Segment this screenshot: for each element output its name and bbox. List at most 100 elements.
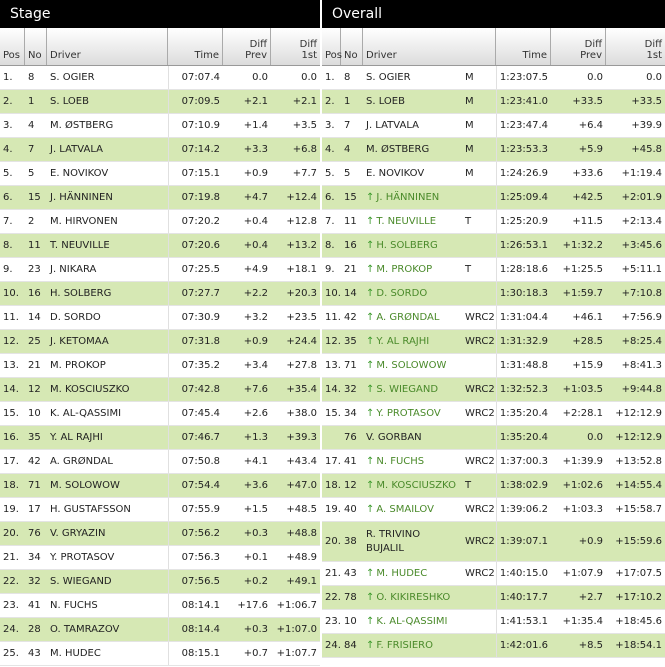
cell-diff-prev: +0.9 (243, 168, 268, 179)
table-row[interactable]: 23. 41 N. FUCHS 08:14.1 +17.6 +1:06.7 (0, 594, 320, 618)
table-row[interactable]: 76 V. GORBAN 1:35:20.4 0.0 +12:12.9 (322, 426, 665, 450)
table-row[interactable]: 3. 4 M. ØSTBERG 07:10.9 +1.4 +3.5 (0, 114, 320, 138)
table-row[interactable]: 22. 32 S. WIEGAND 07:56.5 +0.2 +49.1 (0, 570, 320, 594)
cell-diff-prev: +4.7 (243, 192, 268, 203)
table-row[interactable]: 25. 43 M. HUDEC 08:15.1 +0.7 +1:07.7 (0, 642, 320, 666)
cell-diff-prev: +2.2 (243, 288, 268, 299)
cell-diff-prev: +3.2 (243, 312, 268, 323)
table-row[interactable]: 14. 32 ↑ S. WIEGAND WRC2 1:32:52.3 +1:03.5 +9:4… (322, 378, 665, 402)
cell-diff-prev: +15.9 (572, 360, 603, 371)
cell-pos: 1. (3, 72, 13, 83)
cell-diff-1st: +27.8 (286, 360, 317, 371)
col-driver[interactable]: Driver (47, 28, 168, 65)
col-no[interactable]: No (341, 28, 363, 65)
table-row[interactable]: 10. 14 ↑ D. SORDO 1:30:18.3 +1:59.7 +7:10.8 (322, 282, 665, 306)
cell-diff-prev: +1:03.3 (562, 504, 603, 515)
table-row[interactable]: 6. 15 ↑ J. HÄNNINEN 1:25:09.4 +42.5 +2:01.9 (322, 186, 665, 210)
cell-pos: 10. (3, 288, 19, 299)
cell-diff-prev: +0.7 (243, 648, 268, 659)
cell-diff-1st: +24.4 (286, 336, 317, 347)
col-diff-prev[interactable]: Diff Prev (551, 28, 606, 65)
cell-pos: 22. (3, 576, 19, 587)
cell-diff-1st: +2:13.4 (621, 216, 662, 227)
table-row[interactable]: 20. 76 V. GRYAZIN 07:56.2 +0.3 +48.8 (0, 522, 320, 546)
table-row[interactable]: 19. 17 H. GUSTAFSSON 07:55.9 +1.5 +48.5 (0, 498, 320, 522)
table-row[interactable]: 10. 16 H. SOLBERG 07:27.7 +2.2 +20.3 (0, 282, 320, 306)
col-pos[interactable]: Pos (322, 28, 342, 65)
cell-driver: Y. PROTASOV (50, 552, 115, 563)
cell-driver: J. NIKARA (50, 264, 97, 275)
cell-no: 11 (344, 216, 357, 227)
table-row[interactable]: 11. 14 D. SORDO 07:30.9 +3.2 +23.5 (0, 306, 320, 330)
table-row[interactable]: 1. 8 S. OGIER M 1:23:07.5 0.0 0.0 (322, 66, 665, 90)
table-row[interactable]: 4. 4 M. ØSTBERG M 1:23:53.3 +5.9 +45.8 (322, 138, 665, 162)
table-row[interactable]: 2. 1 S. LOEB M 1:23:41.0 +33.5 +33.5 (322, 90, 665, 114)
table-row[interactable]: 13. 71 ↑ M. SOLOWOW 1:31:48.8 +15.9 +8:41.3 (322, 354, 665, 378)
table-row[interactable]: 4. 7 J. LATVALA 07:14.2 +3.3 +6.8 (0, 138, 320, 162)
table-row[interactable]: 13. 21 M. PROKOP 07:35.2 +3.4 +27.8 (0, 354, 320, 378)
col-diff-1st[interactable]: Diff 1st (606, 28, 665, 65)
table-row[interactable]: 24. 28 O. TAMRAZOV 08:14.4 +0.3 +1:07.0 (0, 618, 320, 642)
table-row[interactable]: 14. 12 M. KOSCIUSZKO 07:42.8 +7.6 +35.4 (0, 378, 320, 402)
cell-pos: 21. (325, 568, 341, 579)
table-row[interactable]: 17. 42 A. GRØNDAL 07:50.8 +4.1 +43.4 (0, 450, 320, 474)
cell-diff-prev: +0.2 (243, 576, 268, 587)
cell-diff-prev: +1:07.9 (562, 568, 603, 579)
cell-time: 1:25:20.9 (496, 210, 551, 233)
col-time[interactable]: Time (168, 28, 223, 65)
table-row[interactable]: 16. 35 Y. AL RAJHI 07:46.7 +1.3 +39.3 (0, 426, 320, 450)
col-no[interactable]: No (25, 28, 47, 65)
cell-pos: 11. (325, 312, 341, 323)
table-row[interactable]: 21. 43 ↑ M. HUDEC WRC2 1:40:15.0 +1:07.9 +17:07… (322, 562, 665, 586)
table-row[interactable]: 24. 84 ↑ F. FRISIERO 1:42:01.6 +8.5 +18:54.1 (322, 634, 665, 658)
table-row[interactable]: 19. 40 ↑ A. SMAILOV WRC2 1:39:06.2 +1:03.3 +15:… (322, 498, 665, 522)
position-up-arrow-icon: ↑ (366, 456, 375, 467)
table-row[interactable]: 17. 41 ↑ N. FUCHS WRC2 1:37:00.3 +1:39.9 +13:52… (322, 450, 665, 474)
table-row[interactable]: 15. 34 ↑ Y. PROTASOV WRC2 1:35:20.4 +2:28.1 +12… (322, 402, 665, 426)
table-row[interactable]: 3. 7 J. LATVALA M 1:23:47.4 +6.4 +39.9 (322, 114, 665, 138)
cell-driver: H. GUSTAFSSON (50, 504, 131, 515)
cell-diff-1st: +7.7 (292, 168, 317, 179)
table-row[interactable]: 9. 21 ↑ M. PROKOP T 1:28:18.6 +1:25.5 +5:11.1 (322, 258, 665, 282)
col-pos[interactable]: Pos (0, 28, 25, 65)
driver-name: O. KIKIRESHKO (376, 592, 451, 603)
table-row[interactable]: 8. 16 ↑ H. SOLBERG 1:26:53.1 +1:32.2 +3:45.6 (322, 234, 665, 258)
table-row[interactable]: 7. 2 M. HIRVONEN 07:20.2 +0.4 +12.8 (0, 210, 320, 234)
cell-driver: R. TRIVINO BUJALIL (363, 522, 462, 561)
cell-diff-1st: +38.0 (286, 408, 317, 419)
cell-diff-1st: +23.5 (286, 312, 317, 323)
cell-no: 4 (344, 144, 351, 155)
cell-driver: ↑ M. HUDEC (363, 562, 462, 585)
col-time[interactable]: Time (496, 28, 551, 65)
table-row[interactable]: 6. 15 J. HÄNNINEN 07:19.8 +4.7 +12.4 (0, 186, 320, 210)
cell-diff-1st: +33.5 (631, 96, 662, 107)
table-row[interactable]: 15. 10 K. AL-QASSIMI 07:45.4 +2.6 +38.0 (0, 402, 320, 426)
table-row[interactable]: 12. 25 J. KETOMAA 07:31.8 +0.9 +24.4 (0, 330, 320, 354)
table-row[interactable]: 21. 34 Y. PROTASOV 07:56.3 +0.1 +48.9 (0, 546, 320, 570)
cell-time: 1:31:48.8 (496, 354, 551, 377)
table-row[interactable]: 9. 23 J. NIKARA 07:25.5 +4.9 +18.1 (0, 258, 320, 282)
table-row[interactable]: 7. 11 ↑ T. NEUVILLE T 1:25:20.9 +11.5 +2:13.4 (322, 210, 665, 234)
table-row[interactable]: 22. 78 ↑ O. KIKIRESHKO 1:40:17.7 +2.7 +17:10.2 (322, 586, 665, 610)
table-row[interactable]: 18. 71 M. SOLOWOW 07:54.4 +3.6 +47.0 (0, 474, 320, 498)
col-diff-prev[interactable]: Diff Prev (223, 28, 271, 65)
table-row[interactable]: 11. 42 ↑ A. GRØNDAL WRC2 1:31:04.4 +46.1 +7:56.… (322, 306, 665, 330)
cell-driver: ↑ T. NEUVILLE (363, 210, 462, 233)
table-row[interactable]: 12. 35 ↑ Y. AL RAJHI WRC2 1:31:32.9 +28.5 +8:25… (322, 330, 665, 354)
driver-name: M. ØSTBERG (366, 144, 430, 155)
col-driver[interactable]: Driver (363, 28, 496, 65)
col-diff-1st[interactable]: Diff 1st (271, 28, 320, 65)
table-row[interactable]: 5. 5 E. NOVIKOV M 1:24:26.9 +33.6 +1:19.4 (322, 162, 665, 186)
table-row[interactable]: 20. 38 R. TRIVINO BUJALIL WRC2 1:39:07.1 +0.9… (322, 522, 665, 562)
table-row[interactable]: 5. 5 E. NOVIKOV 07:15.1 +0.9 +7.7 (0, 162, 320, 186)
table-row[interactable]: 2. 1 S. LOEB 07:09.5 +2.1 +2.1 (0, 90, 320, 114)
table-row[interactable]: 18. 12 ↑ M. KOSCIUSZKO T 1:38:02.9 +1:02.6 +14:… (322, 474, 665, 498)
cell-time: 1:41:53.1 (496, 610, 551, 633)
table-row[interactable]: 8. 11 T. NEUVILLE 07:20.6 +0.4 +13.2 (0, 234, 320, 258)
cell-diff-1st: +43.4 (286, 456, 317, 467)
cell-time: 1:31:32.9 (496, 330, 551, 353)
table-row[interactable]: 23. 10 ↑ K. AL-QASSIMI 1:41:53.1 +1:35.4 +18:4… (322, 610, 665, 634)
cell-diff-1st: +14:55.4 (615, 480, 662, 491)
table-row[interactable]: 1. 8 S. OGIER 07:07.4 0.0 0.0 (0, 66, 320, 90)
cell-diff-prev: +8.5 (578, 640, 603, 651)
